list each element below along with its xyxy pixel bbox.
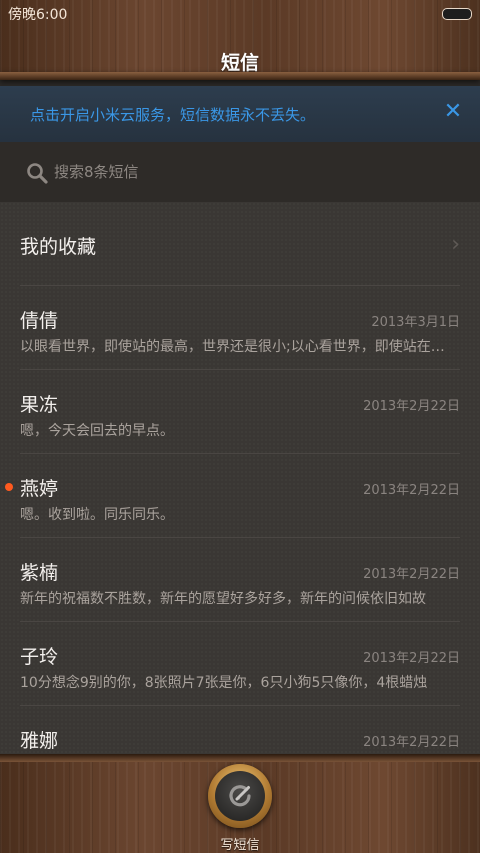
banner-text[interactable]: 点击开启小米云服务，短信数据永不丢失。 <box>30 104 315 125</box>
message-date: 2013年3月1日 <box>371 315 460 330</box>
battery-icon <box>442 8 472 20</box>
cloud-service-banner[interactable]: 点击开启小米云服务，短信数据永不丢失。 ✕ <box>0 86 480 142</box>
contact-name: 果冻 <box>20 394 59 416</box>
conversation-row[interactable]: 倩倩 2013年3月1日 以眼看世界，即使站的最高，世界还是很小;以心看世界，即… <box>0 286 480 370</box>
chevron-right-icon: › <box>451 232 460 257</box>
favorites-item[interactable]: 我的收藏 › <box>0 202 480 286</box>
message-date: 2013年2月22日 <box>363 483 460 498</box>
search-icon <box>27 163 48 184</box>
message-date: 2013年2月22日 <box>363 399 460 414</box>
message-preview: 10分想念9别的你，8张照片7张是你，6只小狗5只像你，4根蜡烛 <box>20 675 428 691</box>
compose-button[interactable] <box>208 764 272 828</box>
message-preview: 嗯，今天会回去的早点。 <box>20 423 174 439</box>
message-preview: 新年的祝福数不胜数，新年的愿望好多好多，新年的问候依旧如故 <box>20 591 426 607</box>
compose-button-face <box>215 771 265 821</box>
page-title: 短信 <box>220 52 259 74</box>
status-time: 傍晚6:00 <box>8 7 68 23</box>
header-shelf <box>0 72 480 80</box>
footer-shelf <box>0 754 480 762</box>
favorites-label: 我的收藏 <box>20 236 97 258</box>
contact-name: 倩倩 <box>20 310 59 332</box>
contact-name: 燕婷 <box>20 478 59 500</box>
conversation-row[interactable]: 子玲 2013年2月22日 10分想念9别的你，8张照片7张是你，6只小狗5只像… <box>0 622 480 706</box>
conversation-list[interactable]: 我的收藏 › 倩倩 2013年3月1日 以眼看世界，即使站的最高，世界还是很小;… <box>0 202 480 754</box>
footer-bar: 写短信 <box>0 754 480 853</box>
header-bar: 傍晚6:00 短信 <box>0 0 480 80</box>
unread-dot-icon <box>5 483 13 491</box>
message-date: 2013年2月22日 <box>363 651 460 666</box>
conversation-row[interactable]: 果冻 2013年2月22日 嗯，今天会回去的早点。 <box>0 370 480 454</box>
search-input[interactable] <box>54 160 434 184</box>
compose-label: 写短信 <box>220 838 260 853</box>
message-preview: 以眼看世界，即使站的最高，世界还是很小;以心看世界，即使站在最低处，世界也是很大 <box>20 339 448 355</box>
message-preview: 嗯。收到啦。同乐同乐。 <box>20 507 174 523</box>
contact-name: 紫楠 <box>20 562 59 584</box>
close-icon[interactable]: ✕ <box>442 100 464 124</box>
message-date: 2013年2月22日 <box>363 735 460 750</box>
conversation-row[interactable]: 紫楠 2013年2月22日 新年的祝福数不胜数，新年的愿望好多好多，新年的问候依… <box>0 538 480 622</box>
conversation-row[interactable]: 燕婷 2013年2月22日 嗯。收到啦。同乐同乐。 <box>0 454 480 538</box>
search-bar[interactable] <box>0 142 480 203</box>
compose-icon <box>229 785 251 807</box>
conversation-row[interactable]: 雅娜 2013年2月22日 <box>0 706 480 754</box>
contact-name: 雅娜 <box>20 730 59 752</box>
contact-name: 子玲 <box>20 646 59 668</box>
message-date: 2013年2月22日 <box>363 567 460 582</box>
